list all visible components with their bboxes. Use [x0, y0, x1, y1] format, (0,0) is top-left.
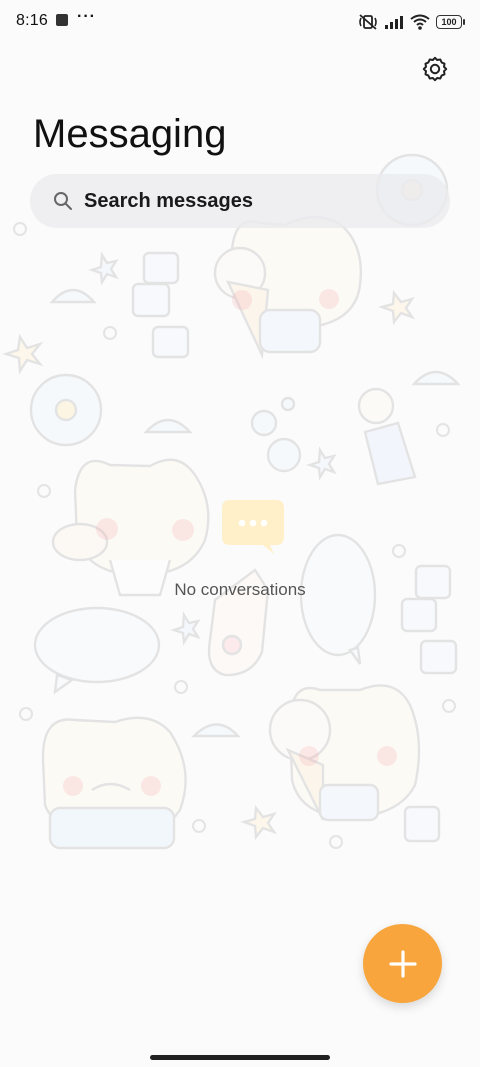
mute-vibrate-icon: [359, 14, 377, 30]
notification-icon: [56, 14, 68, 26]
plus-icon: [388, 949, 417, 978]
signal-icon: [385, 16, 403, 29]
status-time: 8:16: [16, 12, 48, 29]
status-more-indicator: ···: [77, 8, 96, 25]
chat-bubble-icon: [222, 500, 284, 554]
empty-state: No conversations: [0, 500, 480, 610]
settings-button[interactable]: [418, 52, 452, 86]
home-indicator[interactable]: [150, 1055, 330, 1060]
search-placeholder: Search messages: [84, 189, 254, 212]
status-icons: 100: [358, 12, 465, 32]
gear-icon: [422, 56, 448, 82]
search-icon: [52, 190, 74, 212]
empty-state-text: No conversations: [174, 580, 306, 599]
messaging-screen: 8:16 ··· 100 Messaging Search messages N…: [0, 0, 480, 1067]
page-title: Messaging: [33, 112, 227, 156]
new-message-button[interactable]: [363, 924, 442, 1003]
battery-icon: 100: [436, 15, 465, 29]
wifi-icon: [410, 14, 430, 30]
search-input[interactable]: Search messages: [30, 174, 450, 228]
status-bar: 8:16 ··· 100: [0, 0, 480, 44]
